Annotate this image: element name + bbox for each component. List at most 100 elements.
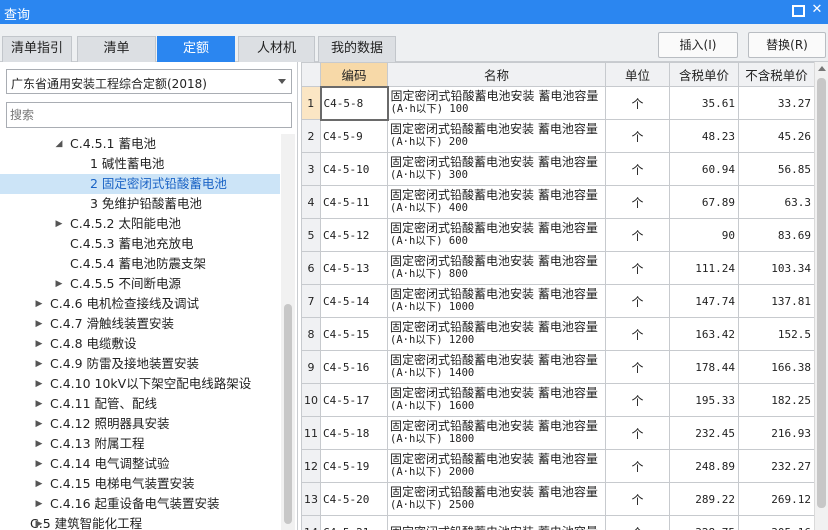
cell-price-without-tax[interactable]: 182.25 — [738, 383, 814, 417]
cell-unit[interactable]: 个 — [605, 86, 670, 120]
tree-node[interactable]: ▶ C.4.16 起重设备电气装置安装 — [0, 494, 280, 514]
cell-code[interactable]: C4-5-20 — [320, 482, 388, 516]
cell-name[interactable]: 固定密闭式铅酸蓄电池安装 蓄电池容量 — [387, 515, 606, 530]
tree-node[interactable]: ▶ C.4.5.5 不间断电源 — [0, 274, 280, 294]
expand-arrow-icon[interactable]: ▶ — [34, 474, 44, 494]
cell-code[interactable]: C4-5-21 — [320, 515, 388, 530]
cell-code[interactable]: C4-5-10 — [320, 152, 388, 186]
cell-price-without-tax[interactable]: 216.93 — [738, 416, 814, 450]
table-row[interactable]: 7 C4-5-14 固定密闭式铅酸蓄电池安装 蓄电池容量 (A·h以下) 1000 个 1… — [301, 284, 814, 318]
cell-price-without-tax[interactable]: 269.12 — [738, 482, 814, 516]
cell-price-with-tax[interactable]: 111.24 — [669, 251, 739, 285]
tree-node[interactable]: 2 固定密闭式铅酸蓄电池 — [0, 174, 280, 194]
cell-code[interactable]: C4-5-11 — [320, 185, 388, 219]
cell-unit[interactable]: 个 — [605, 185, 670, 219]
table-row[interactable]: 13 C4-5-20 固定密闭式铅酸蓄电池安装 蓄电池容量 (A·h以下) 2500 个… — [301, 482, 814, 516]
tree-node[interactable]: ▶ C.4.15 电梯电气装置安装 — [0, 474, 280, 494]
cell-code[interactable]: C4-5-12 — [320, 218, 388, 252]
row-number[interactable]: 8 — [301, 317, 321, 351]
row-number[interactable]: 11 — [301, 416, 321, 450]
cell-code[interactable]: C4-5-15 — [320, 317, 388, 351]
expand-arrow-icon[interactable]: ▶ — [34, 454, 44, 474]
insert-button[interactable]: 插入(I) — [658, 32, 738, 58]
cell-unit[interactable]: 个 — [605, 416, 670, 450]
tab-quota[interactable]: 定额 — [157, 36, 235, 62]
column-header-name[interactable]: 名称 — [387, 62, 606, 87]
cell-name[interactable]: 固定密闭式铅酸蓄电池安装 蓄电池容量 (A·h以下) 1000 — [387, 284, 606, 318]
cell-unit[interactable]: 个 — [605, 119, 670, 153]
cell-price-without-tax[interactable]: 166.38 — [738, 350, 814, 384]
cell-price-with-tax[interactable]: 48.23 — [669, 119, 739, 153]
row-number[interactable]: 4 — [301, 185, 321, 219]
expand-arrow-icon[interactable]: ▶ — [34, 414, 44, 434]
expand-arrow-icon[interactable]: ▶ — [54, 214, 64, 234]
cell-name[interactable]: 固定密闭式铅酸蓄电池安装 蓄电池容量 (A·h以下) 100 — [387, 86, 606, 120]
cell-name[interactable]: 固定密闭式铅酸蓄电池安装 蓄电池容量 (A·h以下) 200 — [387, 119, 606, 153]
cell-price-with-tax[interactable]: 35.61 — [669, 86, 739, 120]
tree-node[interactable]: ▶ C.4.11 配管、配线 — [0, 394, 280, 414]
expand-arrow-icon[interactable]: ▶ — [34, 394, 44, 414]
expand-arrow-icon[interactable]: ▶ — [34, 374, 44, 394]
cell-price-with-tax[interactable]: 90 — [669, 218, 739, 252]
scroll-up-icon[interactable] — [818, 66, 826, 71]
cell-price-with-tax[interactable]: 195.33 — [669, 383, 739, 417]
expand-arrow-icon[interactable]: ▶ — [34, 354, 44, 374]
tree-node[interactable]: ▶ C.4.6 电机检查接线及调试 — [0, 294, 280, 314]
expand-arrow-icon[interactable]: ▶ — [54, 274, 64, 294]
cell-unit[interactable]: 个 — [605, 515, 670, 530]
column-header-price-without-tax[interactable]: 不含税单价 — [738, 62, 814, 87]
cell-price-with-tax[interactable]: 328.75 — [669, 515, 739, 530]
expand-arrow-icon[interactable]: ▶ — [34, 314, 44, 334]
cell-code[interactable]: C4-5-19 — [320, 449, 388, 483]
expand-arrow-icon[interactable]: ▶ — [34, 334, 44, 354]
cell-price-without-tax[interactable]: 56.85 — [738, 152, 814, 186]
table-row[interactable]: 5 C4-5-12 固定密闭式铅酸蓄电池安装 蓄电池容量 (A·h以下) 600 个 90… — [301, 218, 814, 252]
cell-price-without-tax[interactable]: 232.27 — [738, 449, 814, 483]
tab-my-data[interactable]: 我的数据 — [318, 36, 396, 62]
row-number[interactable]: 2 — [301, 119, 321, 153]
row-number[interactable]: 13 — [301, 482, 321, 516]
cell-price-with-tax[interactable]: 232.45 — [669, 416, 739, 450]
cell-price-with-tax[interactable]: 147.74 — [669, 284, 739, 318]
tab-bill-guide[interactable]: 清单指引 — [2, 36, 72, 62]
cell-name[interactable]: 固定密闭式铅酸蓄电池安装 蓄电池容量 (A·h以下) 400 — [387, 185, 606, 219]
tree-node[interactable]: ▶ C.4.10 10kV以下架空配电线路架设 — [0, 374, 280, 394]
close-icon[interactable]: ✕ — [809, 2, 825, 18]
cell-code[interactable]: C4-5-14 — [320, 284, 388, 318]
maximize-icon[interactable] — [790, 2, 806, 18]
cell-code[interactable]: C4-5-9 — [320, 119, 388, 153]
cell-unit[interactable]: 个 — [605, 251, 670, 285]
cell-unit[interactable]: 个 — [605, 284, 670, 318]
expand-arrow-icon[interactable]: ▶ — [34, 494, 44, 514]
cell-name[interactable]: 固定密闭式铅酸蓄电池安装 蓄电池容量 (A·h以下) 1600 — [387, 383, 606, 417]
tree-node[interactable]: ▶ C.4.12 照明器具安装 — [0, 414, 280, 434]
tree-node[interactable]: ◢ C.4.5.1 蓄电池 — [0, 134, 280, 154]
tree-node[interactable]: 1 碱性蓄电池 — [0, 154, 280, 174]
cell-price-without-tax[interactable]: 83.69 — [738, 218, 814, 252]
row-number[interactable]: 6 — [301, 251, 321, 285]
cell-name[interactable]: 固定密闭式铅酸蓄电池安装 蓄电池容量 (A·h以下) 800 — [387, 251, 606, 285]
table-row[interactable]: 4 C4-5-11 固定密闭式铅酸蓄电池安装 蓄电池容量 (A·h以下) 400 个 67… — [301, 185, 814, 219]
cell-code[interactable]: C4-5-13 — [320, 251, 388, 285]
tree-node[interactable]: ▶ C.4.14 电气调整试验 — [0, 454, 280, 474]
cell-unit[interactable]: 个 — [605, 317, 670, 351]
cell-name[interactable]: 固定密闭式铅酸蓄电池安装 蓄电池容量 (A·h以下) 1400 — [387, 350, 606, 384]
table-row[interactable]: 8 C4-5-15 固定密闭式铅酸蓄电池安装 蓄电池容量 (A·h以下) 1200 个 1… — [301, 317, 814, 351]
expand-arrow-icon[interactable]: ▶ — [34, 294, 44, 314]
cell-price-with-tax[interactable]: 289.22 — [669, 482, 739, 516]
tree-scrollbar-thumb[interactable] — [284, 304, 292, 524]
tree-node[interactable]: C.4.5.4 蓄电池防震支架 — [0, 254, 280, 274]
cell-unit[interactable]: 个 — [605, 383, 670, 417]
replace-button[interactable]: 替换(R) — [748, 32, 826, 58]
table-row[interactable]: 10 C4-5-17 固定密闭式铅酸蓄电池安装 蓄电池容量 (A·h以下) 1600 个… — [301, 383, 814, 417]
cell-price-without-tax[interactable]: 152.5 — [738, 317, 814, 351]
cell-name[interactable]: 固定密闭式铅酸蓄电池安装 蓄电池容量 (A·h以下) 2500 — [387, 482, 606, 516]
tree-node[interactable]: ▶ C.4.8 电缆敷设 — [0, 334, 280, 354]
cell-price-with-tax[interactable]: 67.89 — [669, 185, 739, 219]
tree-node[interactable]: ▶ C.4.7 滑触线装置安装 — [0, 314, 280, 334]
cell-price-with-tax[interactable]: 178.44 — [669, 350, 739, 384]
quota-library-select[interactable]: 广东省通用安装工程综合定额(2018) — [6, 69, 292, 94]
cell-price-with-tax[interactable]: 248.89 — [669, 449, 739, 483]
cell-price-with-tax[interactable]: 163.42 — [669, 317, 739, 351]
cell-name[interactable]: 固定密闭式铅酸蓄电池安装 蓄电池容量 (A·h以下) 1800 — [387, 416, 606, 450]
